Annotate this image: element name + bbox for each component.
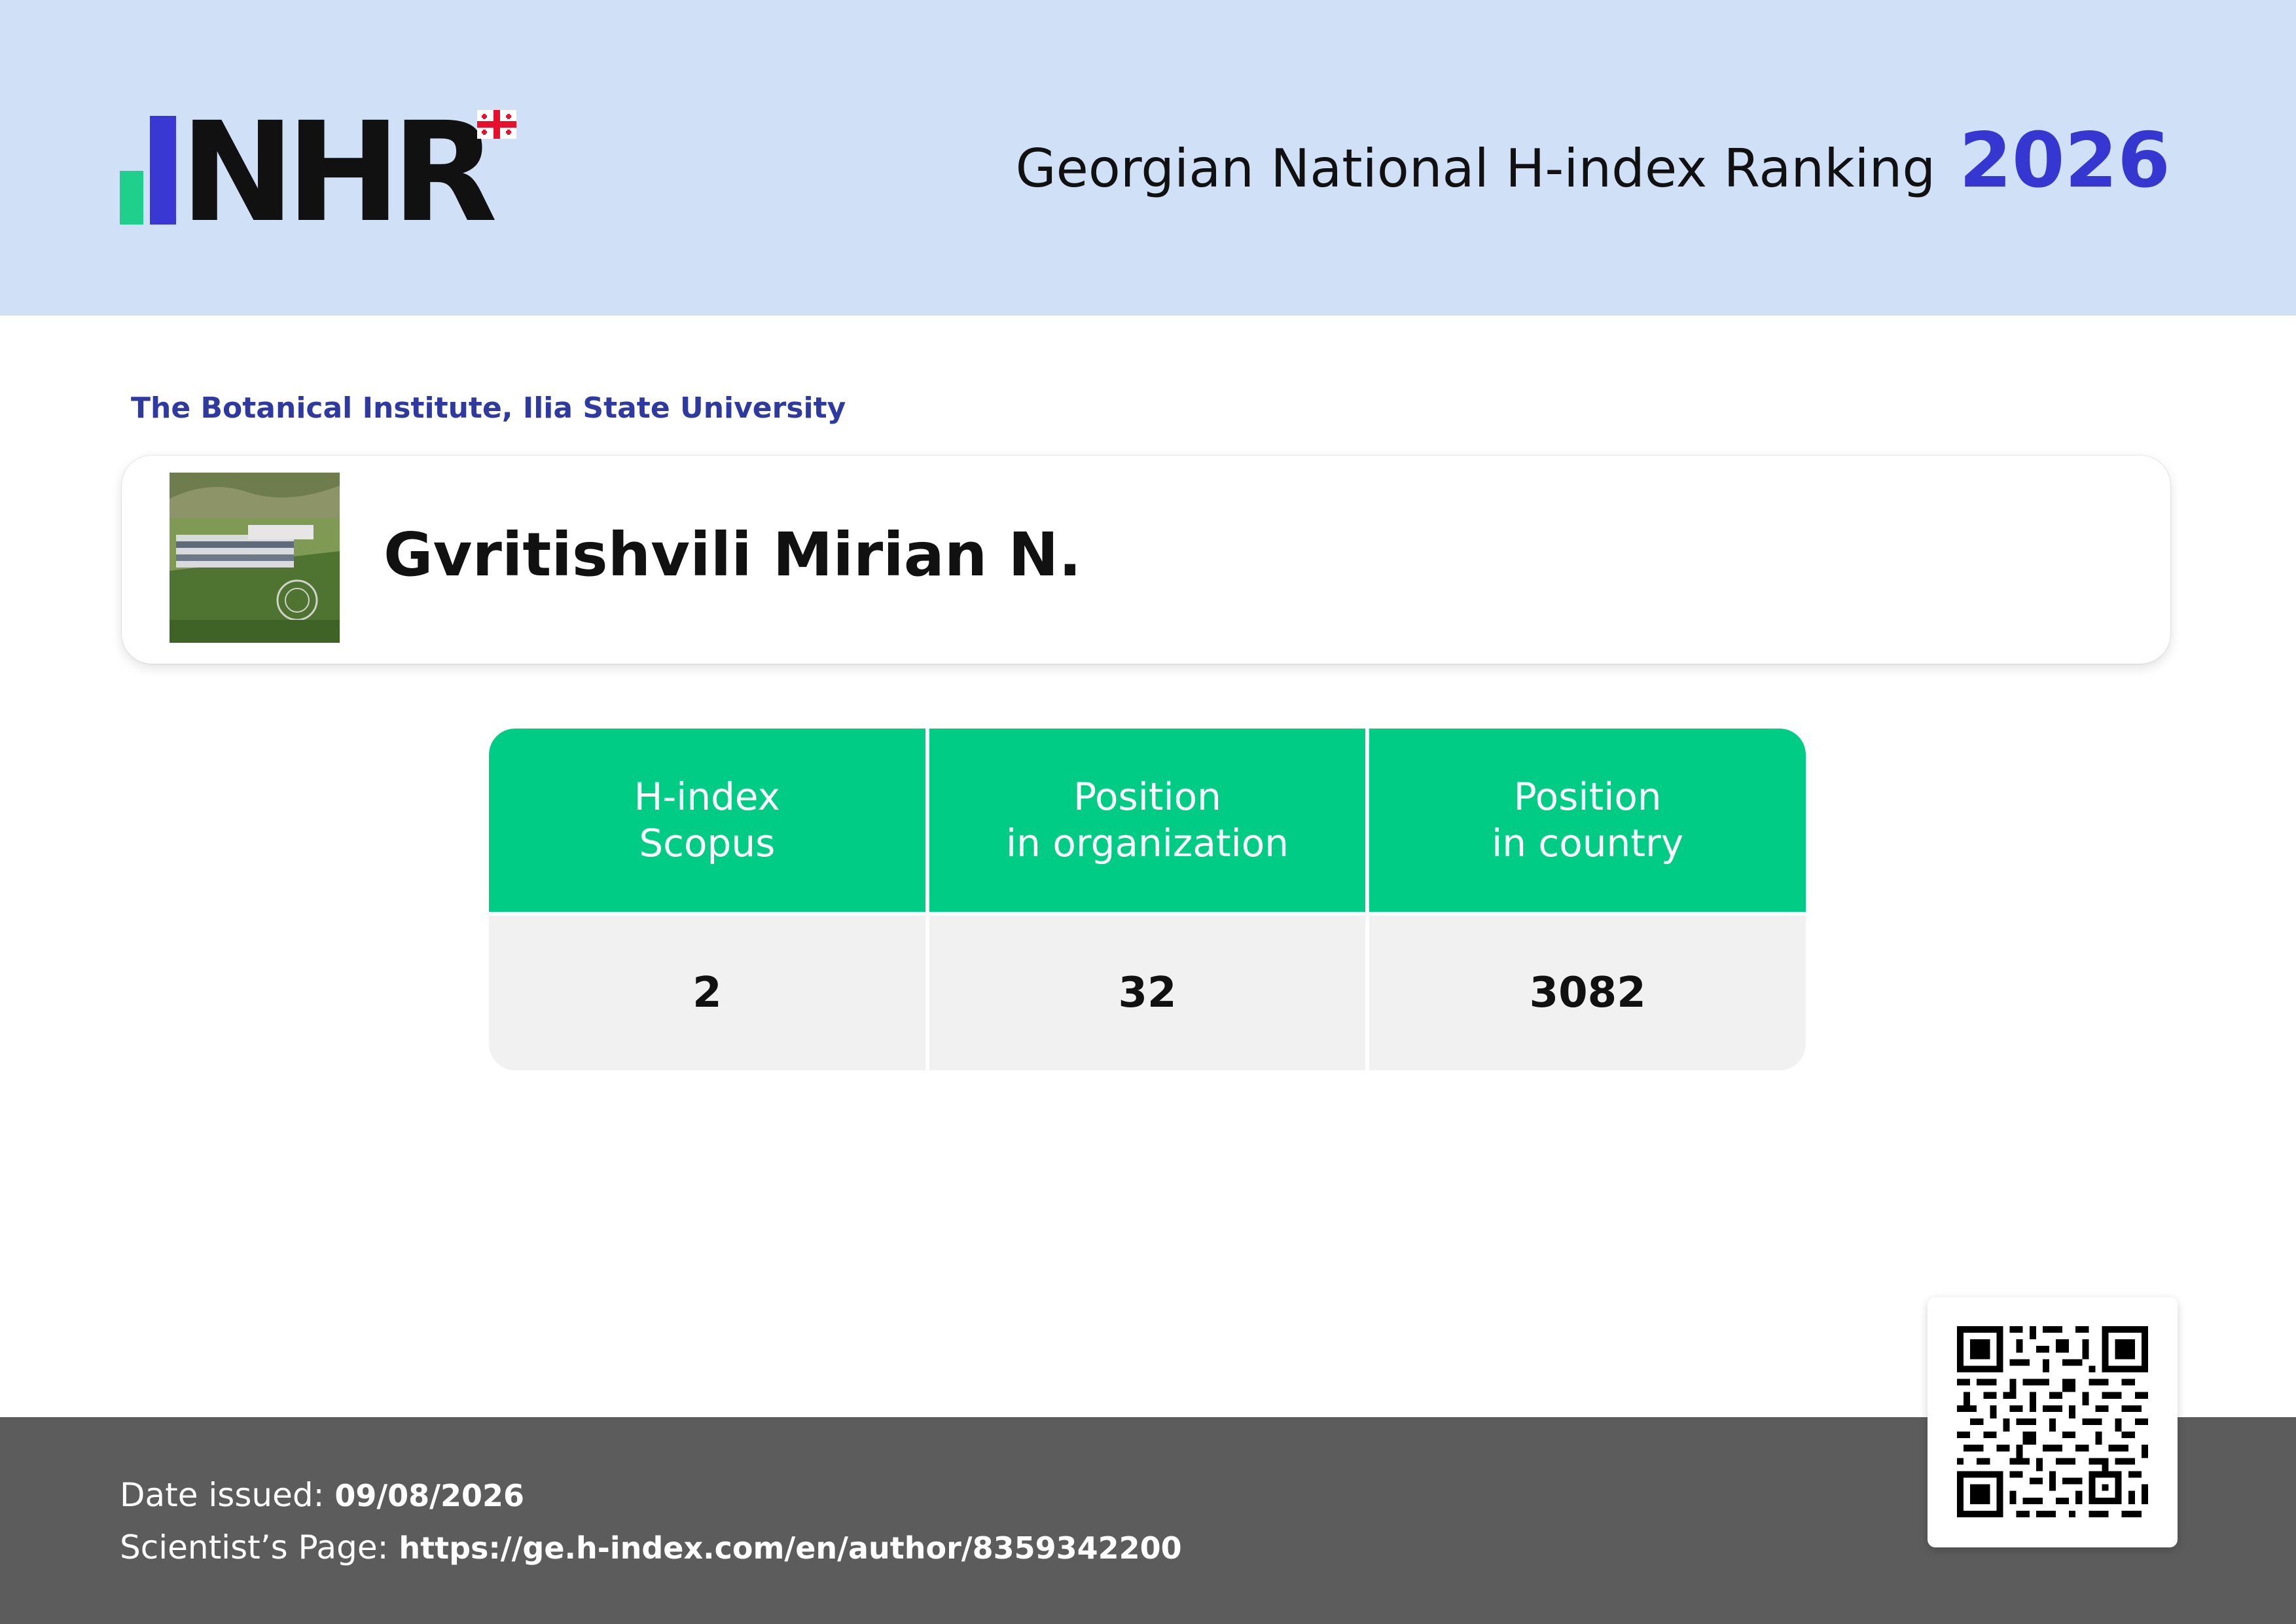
stats-header-country-position: Position in country [1369, 729, 1806, 916]
ranking-year: 2026 [1959, 117, 2170, 205]
date-issued: Date issued: 09/08/2026 [120, 1476, 524, 1514]
header-line: in country [1492, 821, 1684, 865]
page-label: Scientist’s Page: [120, 1528, 389, 1566]
header-banner: NHR Georgian National H-index Ranking 20… [0, 0, 2296, 316]
scientist-card: Gvritishvili Mirian N. [122, 456, 2170, 664]
qr-code[interactable] [1928, 1297, 2178, 1547]
country-position-value: 3082 [1369, 916, 1806, 1070]
logo-bar-green [120, 171, 143, 225]
organization-name: The Botanical Institute, Ilia State Univ… [131, 391, 846, 425]
qr-code-icon [1957, 1326, 2148, 1517]
scientist-page: Scientist’s Page: https://ge.h-index.com… [120, 1528, 1182, 1566]
logo-wordmark: NHR [180, 92, 497, 253]
ranking-title-text: Georgian National H-index Ranking [1015, 138, 1936, 199]
header-line: in organization [1006, 821, 1289, 865]
scientist-name: Gvritishvili Mirian N. [384, 520, 1082, 590]
header-line: Position [1513, 774, 1662, 820]
nhr-logo: NHR [120, 104, 526, 242]
header-line: Position [1073, 774, 1221, 820]
ranking-title: Georgian National H-index Ranking 2026 [1016, 117, 2170, 205]
date-value: 09/08/2026 [334, 1478, 524, 1513]
org-position-value: 32 [929, 916, 1366, 1070]
logo-bar-blue [150, 116, 176, 225]
stats-table: H-index Scopus Position in organization … [489, 729, 1806, 1070]
page-url-link[interactable]: https://ge.h-index.com/en/author/8359342… [399, 1530, 1181, 1566]
header-line: H-index [634, 774, 780, 820]
stats-header-org-position: Position in organization [929, 729, 1366, 916]
organization-photo [170, 473, 340, 643]
date-label: Date issued: [120, 1476, 325, 1514]
stats-header-hindex: H-index Scopus [489, 729, 925, 916]
hindex-value: 2 [489, 916, 925, 1070]
georgian-flag-icon [477, 110, 516, 139]
header-line: Scopus [639, 821, 776, 865]
